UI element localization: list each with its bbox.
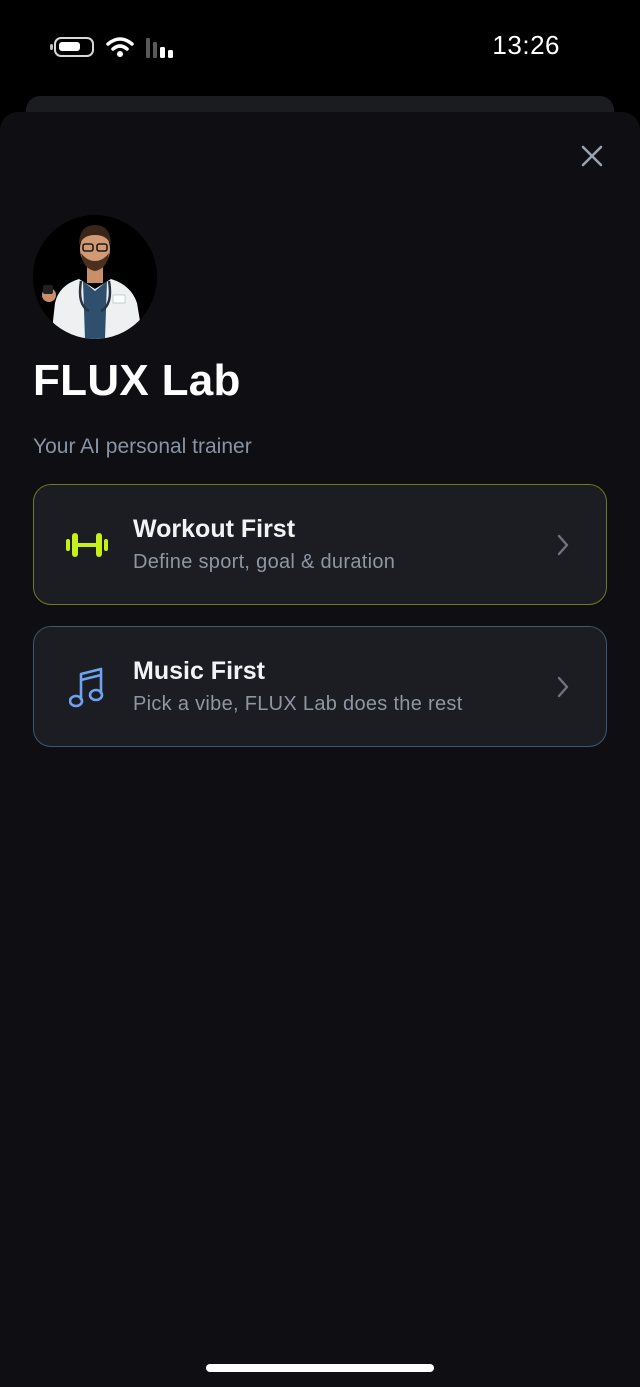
status-icons xyxy=(50,36,180,58)
option-description: Define sport, goal & duration xyxy=(133,551,396,573)
status-time: 13:26 xyxy=(492,30,560,60)
chevron-right-icon xyxy=(557,534,569,556)
page-title: FLUX Lab xyxy=(33,356,241,405)
status-bar: 13:26 xyxy=(0,0,640,96)
music-note-icon xyxy=(64,667,110,708)
signal-icon xyxy=(146,38,173,58)
option-title: Music First xyxy=(133,657,265,685)
close-icon xyxy=(581,145,603,167)
dumbbell-icon xyxy=(64,525,110,565)
trainer-avatar xyxy=(33,215,157,339)
home-indicator[interactable] xyxy=(206,1364,434,1372)
wifi-icon xyxy=(106,37,134,57)
workout-first-option[interactable]: Workout First Define sport, goal & durat… xyxy=(33,484,607,605)
option-title: Workout First xyxy=(133,515,296,543)
music-first-option[interactable]: Music First Pick a vibe, FLUX Lab does t… xyxy=(33,626,607,747)
close-button[interactable] xyxy=(578,142,606,170)
modal-sheet: FLUX Lab Your AI personal trainer Workou… xyxy=(0,112,640,1387)
chevron-right-icon xyxy=(557,676,569,698)
screen: 13:26 FLUX Lab Your AI personal trainer … xyxy=(0,0,640,1387)
page-subtitle: Your AI personal trainer xyxy=(33,435,252,458)
battery-icon xyxy=(50,37,94,57)
option-description: Pick a vibe, FLUX Lab does the rest xyxy=(133,693,463,715)
